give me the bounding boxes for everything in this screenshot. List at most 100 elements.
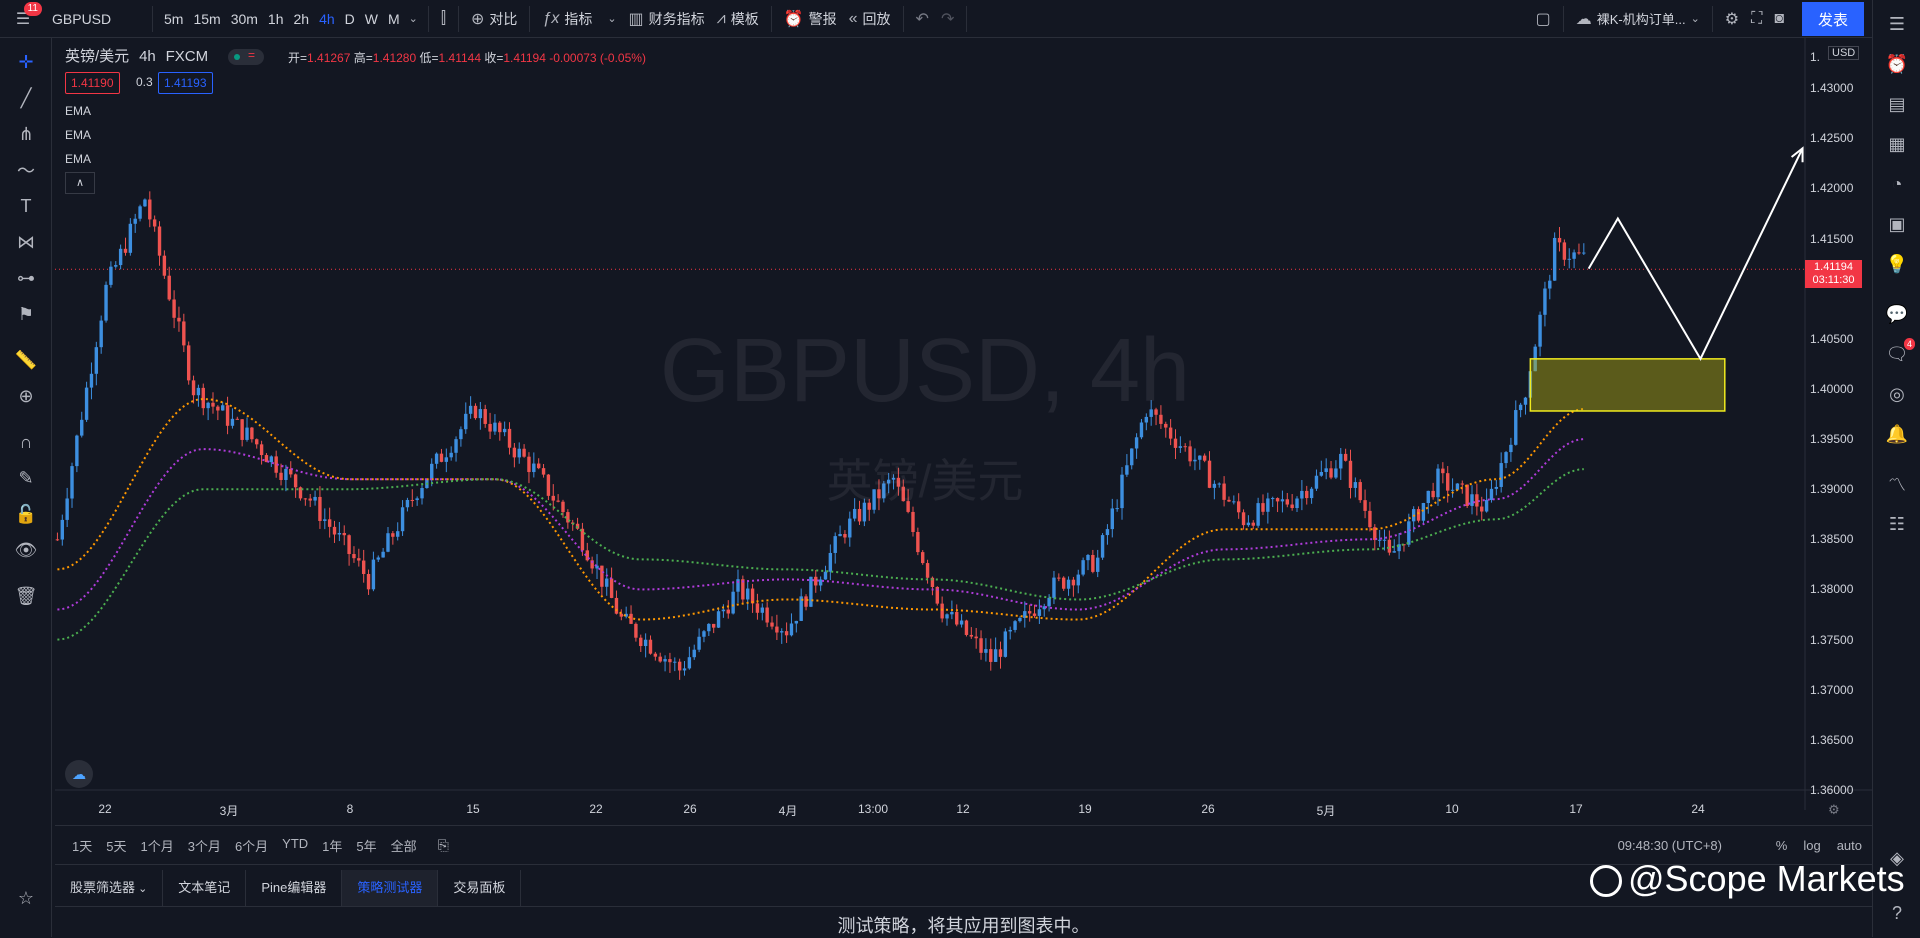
order-panel-icon[interactable]: ☷ — [1873, 504, 1920, 544]
pattern-icon[interactable]: 〜 — [0, 152, 52, 188]
stay-drawing-icon[interactable]: ✎ — [0, 460, 52, 496]
lock-icon[interactable]: 🔓 — [0, 496, 52, 532]
interval-D[interactable]: D — [340, 11, 360, 27]
candle-body — [1207, 460, 1212, 488]
symbol-search[interactable]: GBPUSD — [46, 11, 146, 27]
range-button[interactable]: 全部 — [384, 836, 424, 855]
chevron-down-icon[interactable]: ⌄ — [405, 12, 422, 25]
eye-icon[interactable]: 👁 — [0, 532, 52, 568]
interval-W[interactable]: W — [360, 11, 383, 27]
collapse-legend-button[interactable]: ∧ — [65, 172, 95, 194]
alarm-icon[interactable]: ⏰ — [1873, 44, 1920, 84]
ema-indicator-3[interactable]: EMA — [65, 152, 91, 166]
star-icon[interactable]: ☆ — [0, 880, 52, 916]
news-icon[interactable]: ▤ — [1873, 84, 1920, 124]
interval-4h[interactable]: 4h — [314, 11, 340, 27]
streams-icon[interactable]: ◎ — [1873, 374, 1920, 414]
log-scale-button[interactable]: log — [1803, 838, 1820, 853]
settings-button[interactable]: ⚙ — [1719, 9, 1745, 29]
watchlist-icon[interactable]: ☰ — [1873, 4, 1920, 44]
sell-button[interactable]: 1.41190 — [65, 72, 120, 94]
range-button[interactable]: 6个月 — [228, 836, 275, 855]
magnet-icon[interactable]: ∩ — [0, 424, 52, 460]
xabcd-pattern-icon[interactable]: ⋈ — [0, 224, 52, 260]
scale-settings-icon[interactable]: ⚙ — [1828, 802, 1840, 818]
redo-button[interactable]: ↷ — [935, 9, 960, 29]
layout-select-button[interactable]: ▢ — [1530, 9, 1557, 29]
bottom-tab[interactable]: 股票筛选器 ⌄ — [55, 870, 164, 906]
currency-tag[interactable]: USD — [1828, 46, 1860, 60]
pitchfork-icon[interactable]: ⋔ — [0, 116, 52, 152]
bottom-tab[interactable]: 交易面板 — [438, 870, 522, 906]
legend-symbol[interactable]: 英镑/美元 — [65, 48, 129, 65]
bottom-tab[interactable]: 策略测试器 — [342, 870, 439, 906]
candle-body — [206, 402, 210, 409]
trend-line-icon[interactable]: ╱ — [0, 80, 52, 116]
prediction-icon[interactable]: ⊶ — [0, 260, 52, 296]
bottom-tab[interactable]: Pine编辑器 — [246, 870, 343, 906]
name-watermark: 英镑/美元 — [826, 455, 1024, 507]
text-icon[interactable]: T — [0, 188, 52, 224]
candle-body — [1027, 611, 1032, 614]
fx-icon: ƒx — [542, 9, 560, 27]
candle-body — [186, 345, 191, 381]
templates-button[interactable]: ⩘ 模板 — [711, 9, 765, 29]
indicators-label: 指标 — [564, 10, 593, 27]
projection-path[interactable] — [1587, 147, 1804, 361]
interval-30m[interactable]: 30m — [226, 11, 263, 27]
ema-indicator-1[interactable]: EMA — [65, 104, 91, 118]
chart-type-button[interactable]: ⫿ — [435, 10, 452, 28]
data-window-icon[interactable]: ▦ — [1873, 124, 1920, 164]
demand-zone-rectangle[interactable] — [1529, 358, 1726, 412]
public-chat-icon[interactable]: 🗨 4 — [1873, 334, 1920, 374]
snapshot-button[interactable]: ◙ — [1768, 10, 1790, 28]
hotlist-icon[interactable]: ◔ — [1873, 164, 1920, 204]
icons-tool-icon[interactable]: ⚑ — [0, 296, 52, 332]
notifications-icon[interactable]: 🔔 — [1873, 414, 1920, 454]
dom-icon[interactable]: 〽 — [1873, 464, 1920, 504]
alerts-button[interactable]: ⏰ 警报 — [778, 9, 843, 29]
goto-date-icon[interactable]: ⎘ — [438, 837, 449, 854]
range-button[interactable]: 1个月 — [133, 836, 180, 855]
auto-scale-button[interactable]: auto — [1837, 838, 1862, 853]
range-button[interactable]: 5天 — [99, 836, 133, 855]
timezone-clock[interactable]: 09:48:30 (UTC+8) — [1618, 838, 1722, 853]
layout-name[interactable]: ☁ 裸K-机构订单... ⌄ — [1570, 9, 1706, 29]
range-button[interactable]: 1年 — [315, 836, 349, 855]
calendar-icon[interactable]: ▣ — [1873, 204, 1920, 244]
range-button[interactable]: 5年 — [349, 836, 383, 855]
interval-2h[interactable]: 2h — [289, 11, 315, 27]
ema-indicator-2[interactable]: EMA — [65, 128, 91, 142]
publish-button[interactable]: 发表 — [1802, 2, 1864, 36]
bottom-tab[interactable]: 文本笔记 — [163, 870, 247, 906]
ohlc-values: 开=1.41267 高=1.41280 低=1.41144 收=1.41194 … — [288, 49, 646, 66]
candle-body — [580, 528, 585, 551]
cloud-sync-icon[interactable]: ☁ — [65, 760, 93, 788]
fullscreen-button[interactable]: ⛶ — [1745, 10, 1768, 28]
range-button[interactable]: YTD — [275, 836, 315, 855]
interval-M[interactable]: M — [383, 11, 405, 27]
percent-scale-button[interactable]: % — [1776, 838, 1788, 853]
replay-button[interactable]: «回放 — [843, 9, 897, 29]
indicators-button[interactable]: ƒx 指标 ⌄ — [536, 9, 622, 29]
zoom-in-icon[interactable]: ⊕ — [0, 378, 52, 414]
ruler-icon[interactable]: 📏 — [0, 342, 52, 378]
crosshair-icon[interactable]: ✛ — [0, 44, 52, 80]
candle-body — [770, 622, 774, 627]
menu-button[interactable]: ☰ 11 — [0, 0, 46, 38]
interval-15m[interactable]: 15m — [188, 11, 225, 27]
market-status-toggle[interactable] — [228, 48, 265, 66]
financials-button[interactable]: ▥ 财务指标 — [623, 9, 711, 29]
chat-icon[interactable]: 💬 — [1873, 294, 1920, 334]
range-button[interactable]: 3个月 — [181, 836, 228, 855]
buy-button[interactable]: 1.41193 — [158, 72, 213, 94]
price-chart[interactable] — [55, 38, 1872, 810]
interval-5m[interactable]: 5m — [159, 11, 188, 27]
idea-icon[interactable]: 💡 — [1873, 244, 1920, 284]
compare-button[interactable]: ⊕ 对比 — [465, 9, 523, 29]
interval-1h[interactable]: 1h — [263, 11, 289, 27]
range-button[interactable]: 1天 — [65, 836, 99, 855]
undo-button[interactable]: ↶ — [910, 9, 935, 29]
trash-icon[interactable]: 🗑 — [0, 578, 52, 614]
candle-body — [959, 620, 964, 625]
